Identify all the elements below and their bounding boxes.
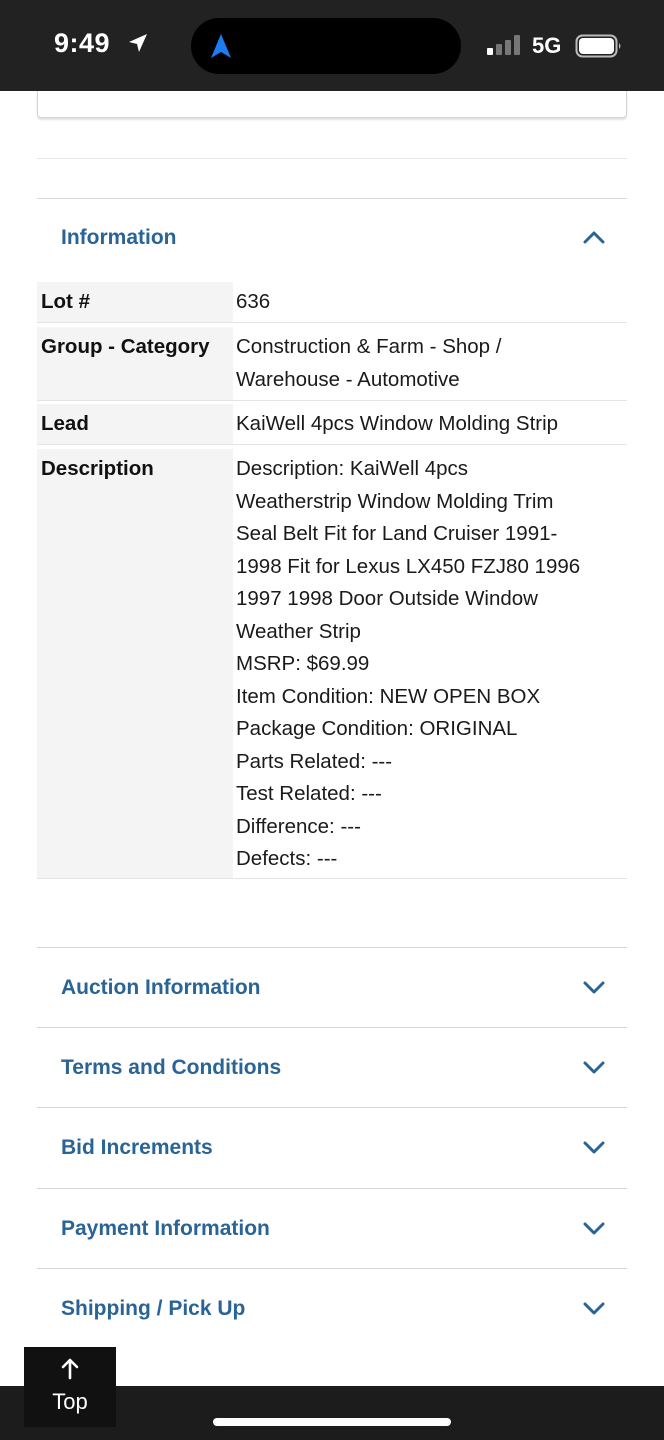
back-to-top-label: Top [52, 1389, 88, 1414]
section-title: Auction Information [61, 976, 261, 999]
arrow-up-icon [61, 1358, 79, 1380]
chevron-down-icon [583, 1061, 605, 1074]
value-line: Warehouse - Automotive [236, 367, 460, 391]
table-row: Description Description: KaiWell 4pcs We… [37, 449, 627, 879]
value-line: Difference: --- [236, 814, 361, 838]
value-line: Construction & Farm - Shop / [236, 335, 502, 358]
row-label-cell: Lead [37, 404, 233, 444]
status-time: 9:49 [54, 28, 111, 58]
value-line: Parts Related: --- [236, 749, 393, 773]
row-value: 636 [236, 286, 624, 319]
value-line: Item Condition: NEW OPEN BOX [236, 684, 541, 708]
chevron-up-icon [583, 231, 605, 244]
navigation-arrow-icon [211, 34, 231, 58]
value-line: KaiWell 4pcs Window Molding Strip [236, 412, 559, 435]
previous-card [37, 91, 627, 118]
row-value: Construction & Farm - Shop / Warehouse -… [236, 331, 624, 396]
value-line: MSRP: $69.99 [236, 652, 370, 675]
table-row: Lead KaiWell 4pcs Window Molding Strip [37, 404, 627, 445]
section-title: Shipping / Pick Up [61, 1297, 246, 1320]
chevron-down-icon [583, 1222, 605, 1235]
accordion-information-header[interactable]: Information [37, 199, 627, 277]
section-title: Bid Increments [61, 1136, 213, 1159]
accordion-payment-information-header[interactable]: Payment Information [37, 1190, 627, 1268]
value-line: Weather Strip [236, 619, 361, 643]
row-label-cell: Group - Category [37, 327, 233, 400]
location-arrow-icon [129, 34, 147, 52]
accordion-bid-increments-header[interactable]: Bid Increments [37, 1109, 627, 1187]
row-label: Description [41, 457, 154, 480]
value-line: Defects: --- [236, 847, 338, 870]
section-title: Terms and Conditions [61, 1056, 282, 1079]
battery-icon [575, 34, 621, 58]
value-line: 1998 Fit for Lexus LX450 FZJ80 1996 [236, 554, 581, 578]
value-line: Test Related: --- [236, 782, 382, 805]
back-to-top-button[interactable]: Top [24, 1347, 116, 1427]
value-line: Package Condition: ORIGINAL [236, 717, 518, 740]
row-value: KaiWell 4pcs Window Molding Strip [236, 408, 624, 441]
value-line: Seal Belt Fit for Land Cruiser 1991- [236, 522, 558, 545]
row-label: Lot # [41, 290, 90, 313]
accordion-terms-and-conditions-header[interactable]: Terms and Conditions [37, 1029, 627, 1107]
home-indicator[interactable] [213, 1418, 451, 1426]
row-label: Group - Category [41, 335, 210, 358]
chevron-down-icon [583, 1302, 605, 1315]
row-value: Description: KaiWell 4pcs Weatherstrip W… [236, 453, 624, 876]
chevron-down-icon [583, 981, 605, 994]
row-label-cell: Lot # [37, 282, 233, 322]
section-title: Payment Information [61, 1217, 270, 1240]
network-type: 5G [532, 33, 562, 58]
value-line: 636 [236, 290, 271, 313]
table-row: Lot # 636 [37, 282, 627, 323]
value-line: Weatherstrip Window Molding Trim [236, 489, 554, 513]
status-bar: 9:49 5G [0, 0, 664, 91]
row-label: Lead [41, 412, 89, 435]
value-line: 1997 1998 Door Outside Window [236, 587, 538, 610]
accordion-shipping-pick-up-header[interactable]: Shipping / Pick Up [37, 1270, 627, 1348]
chevron-down-icon [583, 1141, 605, 1154]
section-title: Information [61, 226, 177, 249]
table-row: Group - Category Construction & Farm - S… [37, 327, 627, 401]
value-line: Description: KaiWell 4pcs [236, 457, 469, 480]
accordion-auction-information-header[interactable]: Auction Information [37, 949, 627, 1027]
row-label-cell: Description [37, 449, 233, 878]
divider [37, 158, 627, 159]
signal-icon [487, 35, 520, 55]
